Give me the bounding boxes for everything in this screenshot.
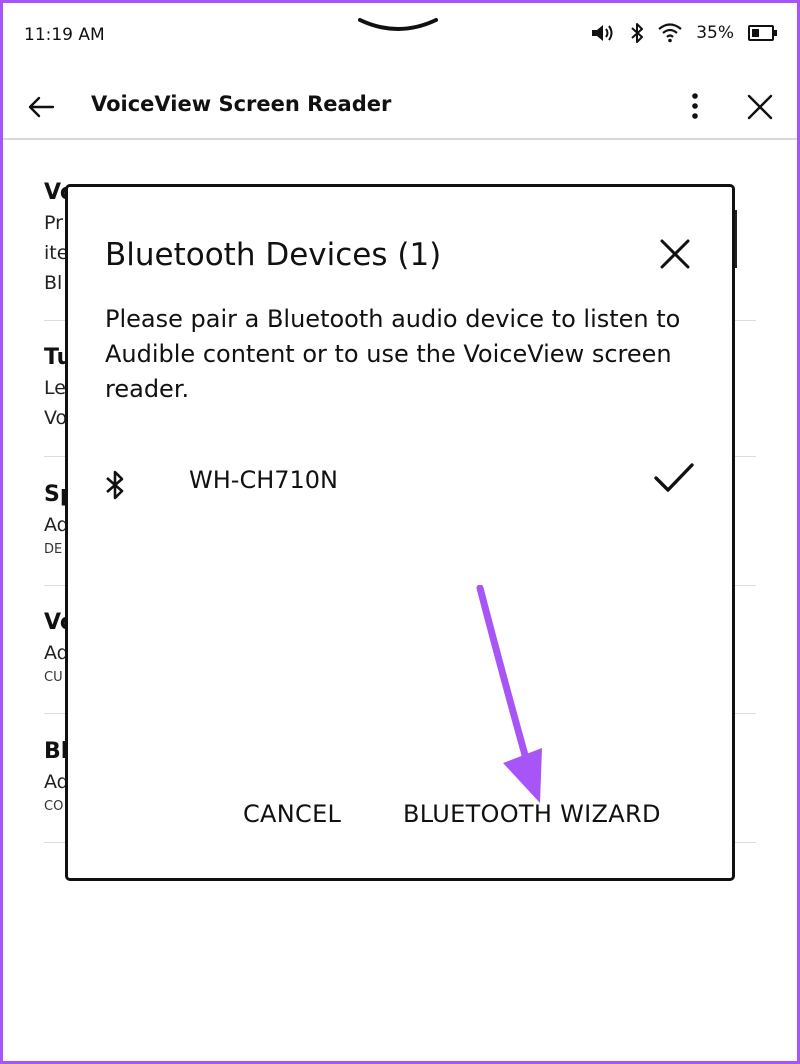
- bluetooth-icon: [630, 22, 644, 44]
- wifi-icon: [658, 23, 682, 43]
- dialog-title: Bluetooth Devices (1): [105, 237, 442, 273]
- volume-icon: [590, 22, 616, 44]
- checkmark-icon: [654, 463, 694, 492]
- battery-percentage: 35%: [696, 23, 734, 43]
- bluetooth-icon: [106, 470, 124, 500]
- dialog-close-icon[interactable]: [658, 237, 692, 271]
- battery-icon: [748, 24, 778, 42]
- status-bar: 11:19 AM 35%: [0, 0, 800, 70]
- back-arrow-icon[interactable]: [26, 92, 56, 122]
- app-header: VoiceView Screen Reader: [0, 70, 800, 140]
- status-icons: 35%: [590, 22, 778, 44]
- pull-down-handle-icon[interactable]: [358, 12, 438, 36]
- more-options-icon[interactable]: [683, 90, 707, 122]
- device-row[interactable]: WH-CH710N: [88, 449, 718, 517]
- page-title: VoiceView Screen Reader: [91, 92, 392, 116]
- close-icon[interactable]: [745, 92, 775, 122]
- dialog-message: Please pair a Bluetooth audio device to …: [105, 305, 681, 403]
- annotation-arrow-icon: [476, 585, 542, 803]
- status-time: 11:19 AM: [24, 25, 105, 45]
- device-name: WH-CH710N: [189, 466, 339, 494]
- bluetooth-devices-dialog: Bluetooth Devices (1) Please pair a Blue…: [65, 184, 735, 881]
- cancel-button[interactable]: CANCEL: [243, 800, 341, 828]
